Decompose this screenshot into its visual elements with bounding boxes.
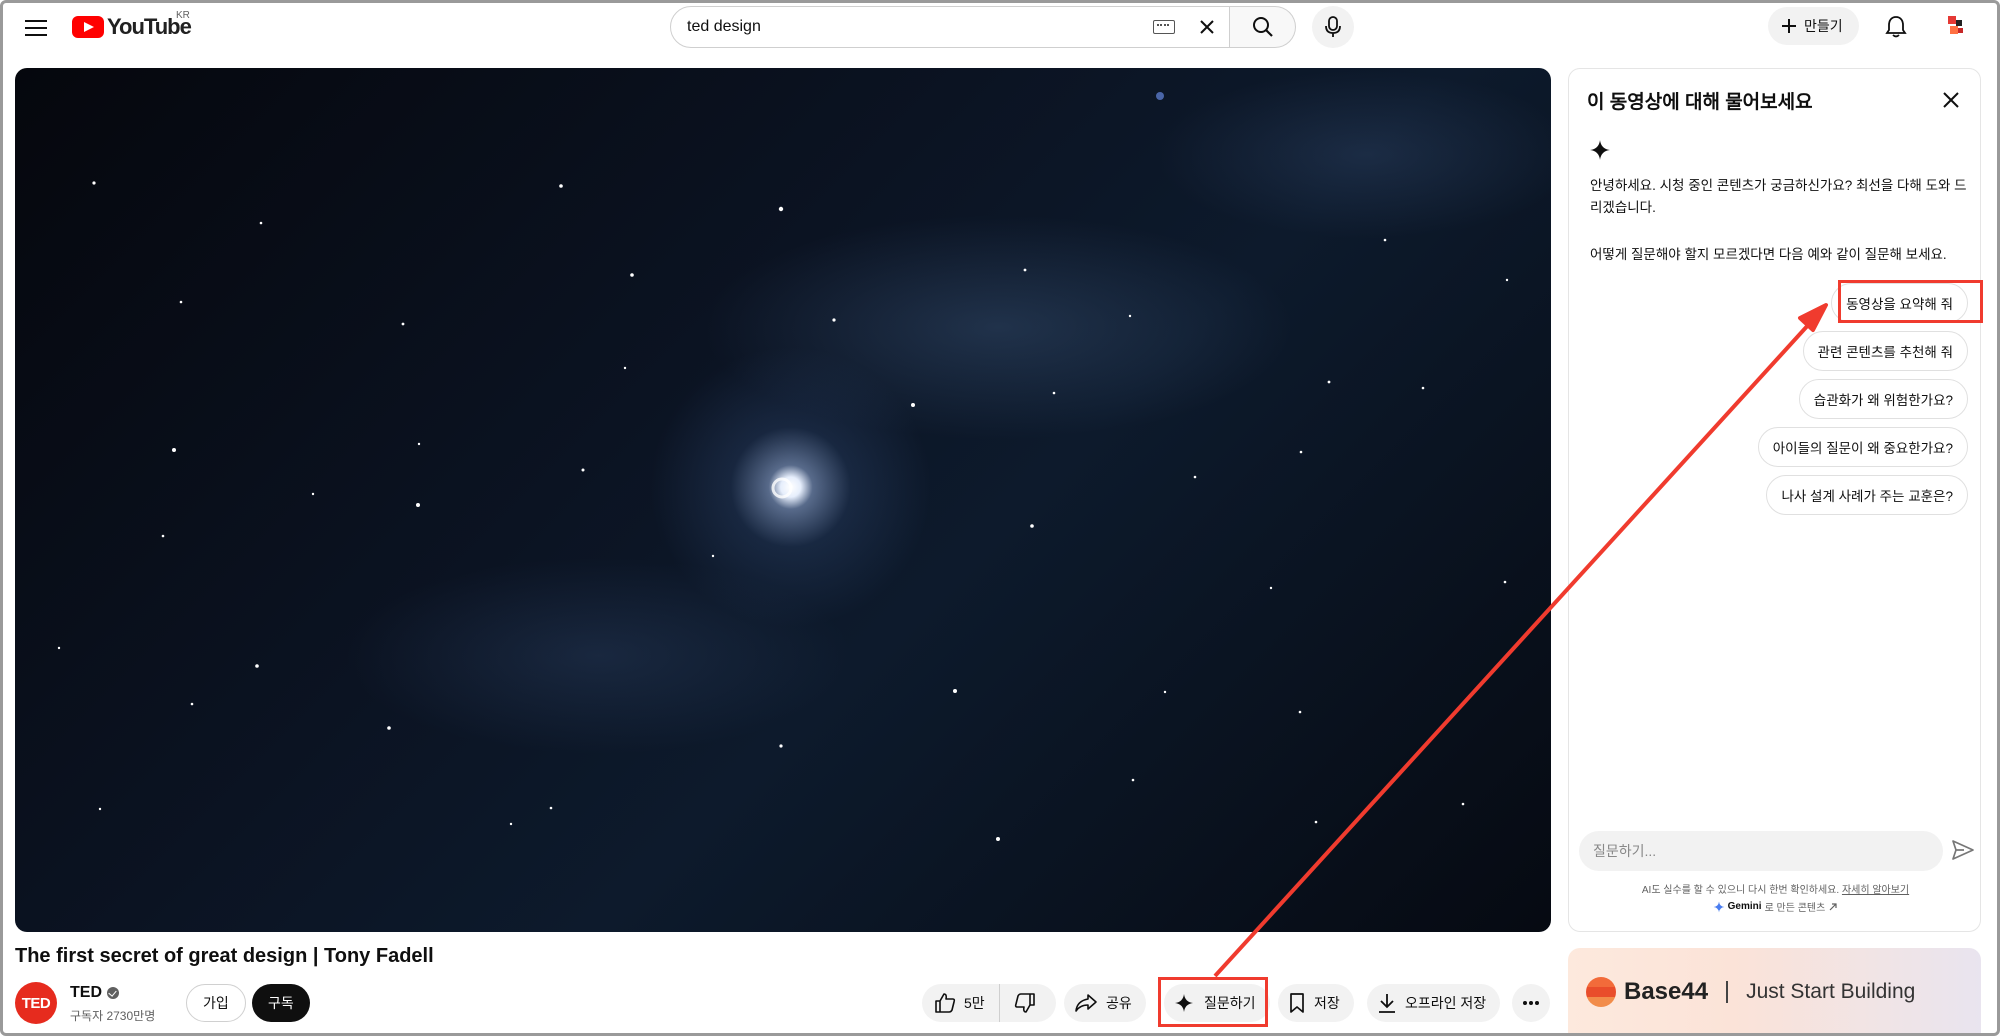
ask-greeting: 안녕하세요. 시청 중인 콘텐츠가 궁금하신가요? 최선을 다해 도와 드리겠습… — [1590, 178, 1967, 215]
verified-icon — [107, 987, 119, 999]
save-button[interactable]: 저장 — [1278, 984, 1354, 1022]
video-title: The first secret of great design | Tony … — [15, 945, 434, 967]
search-button[interactable] — [1230, 6, 1296, 48]
youtube-logo[interactable]: YouTube — [72, 14, 192, 40]
search-input[interactable]: ted design — [687, 18, 1153, 36]
voice-search-button[interactable] — [1312, 6, 1354, 48]
disclaimer-text: AI도 실수를 할 수 있으니 다시 한번 확인하세요. — [1641, 885, 1840, 896]
ask-panel-title: 이 동영상에 대해 물어보세요 — [1587, 92, 1813, 113]
send-icon[interactable] — [1951, 839, 1975, 866]
channel-name-text[interactable]: TED — [70, 984, 102, 1002]
region-code: KR — [176, 10, 190, 21]
join-button[interactable]: 가입 — [186, 984, 246, 1022]
base44-logo-icon — [1586, 977, 1616, 1007]
like-count: 5만 — [964, 995, 985, 1011]
ask-hint: 어떻게 질문해야 할지 모르겠다면 다음 예와 같이 질문해 보세요. — [1590, 247, 1947, 262]
suggestion-chip[interactable]: 동영상을 요약해 줘 — [1831, 283, 1968, 323]
channel-name[interactable]: TED — [70, 984, 119, 1002]
like-dislike-group: 5만 — [922, 984, 1056, 1022]
ask-panel: 이 동영상에 대해 물어보세요 안녕하세요. 시청 중인 콘텐츠가 궁금하신가요… — [1568, 68, 1981, 932]
star-field — [57, 92, 1509, 841]
save-label: 저장 — [1314, 995, 1340, 1011]
gemini-credit: Gemini 로 만든 콘텐츠 — [1569, 899, 1982, 914]
suggestion-chip[interactable]: 나사 설계 사례가 주는 교훈은? — [1766, 475, 1968, 515]
search-icon — [1252, 17, 1273, 37]
ai-disclaimer: AI도 실수를 할 수 있으니 다시 한번 확인하세요. 자세히 알아보기 — [1569, 881, 1982, 896]
sparkle-icon — [1589, 139, 1611, 166]
clear-search-icon[interactable] — [1189, 9, 1225, 45]
suggestion-chip[interactable]: 아이들의 질문이 왜 중요한가요? — [1757, 427, 1968, 467]
learn-more-link[interactable]: 자세히 알아보기 — [1842, 885, 1909, 896]
ad-divider — [1726, 981, 1729, 1003]
menu-icon[interactable] — [18, 10, 54, 46]
dislike-button[interactable] — [1000, 984, 1050, 1022]
account-avatar[interactable] — [1944, 14, 1968, 38]
masthead: YouTube KR ted design 만들기 — [0, 0, 2000, 54]
offline-save-button[interactable]: 오프라인 저장 — [1367, 984, 1501, 1022]
channel-avatar[interactable]: TED — [15, 982, 57, 1024]
sparkle-icon — [1175, 994, 1193, 1012]
gemini-brand: Gemini — [1727, 901, 1762, 912]
keyboard-icon[interactable] — [1153, 20, 1175, 34]
suggestion-list: 동영상을 요약해 줘 관련 콘텐츠를 추천해 줘 습관화가 왜 위험한가요? 아… — [1757, 283, 1968, 515]
plus-icon — [1782, 19, 1796, 33]
ad-tagline: Just Start Building — [1746, 980, 1916, 1003]
external-link-icon — [1829, 902, 1837, 910]
thumbs-down-icon — [1014, 993, 1035, 1013]
share-icon — [1075, 994, 1097, 1012]
bell-icon — [1885, 16, 1907, 38]
gemini-suffix: 로 만든 콘텐츠 — [1764, 903, 1826, 914]
create-button[interactable]: 만들기 — [1768, 7, 1859, 45]
share-button[interactable]: 공유 — [1064, 984, 1146, 1022]
youtube-play-icon — [72, 16, 104, 38]
notifications-button[interactable] — [1876, 7, 1916, 47]
gemini-icon — [1713, 901, 1725, 912]
search-box[interactable]: ted design — [670, 6, 1230, 48]
offline-label: 오프라인 저장 — [1405, 995, 1487, 1011]
ad-brand: Base44 — [1624, 978, 1709, 1005]
suggestion-chip[interactable]: 습관화가 왜 위험한가요? — [1798, 379, 1968, 419]
ask-input[interactable]: 질문하기... — [1579, 831, 1943, 871]
more-actions-button[interactable] — [1512, 984, 1550, 1022]
subscribe-button[interactable]: 구독 — [252, 984, 310, 1022]
ad-banner[interactable]: Base44 Just Start Building — [1568, 948, 1981, 1036]
video-player[interactable] — [15, 68, 1551, 932]
close-icon[interactable] — [1934, 83, 1968, 117]
like-button[interactable]: 5만 — [922, 984, 1000, 1022]
share-label: 공유 — [1106, 995, 1132, 1011]
mic-icon — [1325, 16, 1341, 37]
more-horizontal-icon — [1523, 1001, 1539, 1005]
create-label: 만들기 — [1804, 18, 1843, 34]
download-icon — [1379, 994, 1395, 1013]
thumbs-up-icon — [935, 993, 956, 1013]
ask-label: 질문하기 — [1204, 995, 1256, 1011]
ask-button[interactable]: 질문하기 — [1164, 984, 1270, 1022]
subscriber-count: 구독자 2730만명 — [70, 1009, 156, 1023]
bookmark-icon — [1290, 993, 1304, 1013]
suggestion-chip[interactable]: 관련 콘텐츠를 추천해 줘 — [1802, 331, 1968, 371]
